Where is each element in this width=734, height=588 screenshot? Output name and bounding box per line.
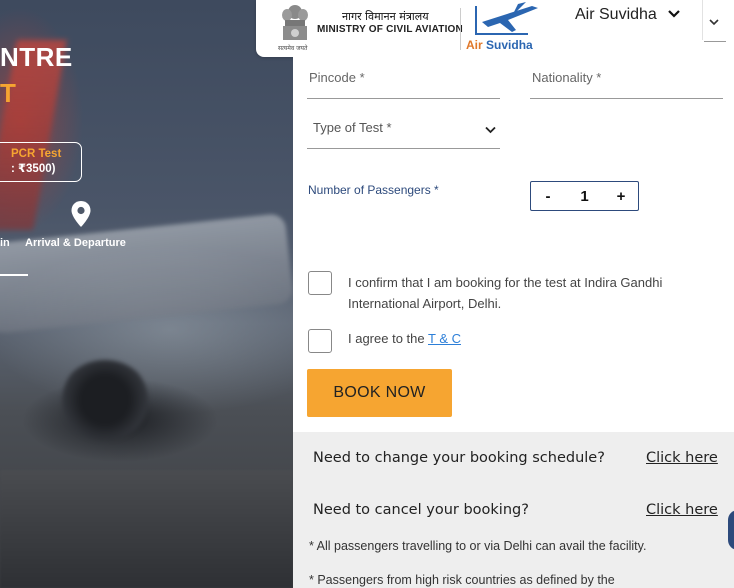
- air-suvidha-plane-icon: [475, 2, 538, 35]
- nationality-field[interactable]: Nationality *: [530, 57, 723, 99]
- aircraft-body: [0, 212, 293, 338]
- chevron-down-icon: [485, 126, 496, 134]
- air-suvidha-logo-text: Air Suvidha: [466, 38, 533, 52]
- agree-terms-text: I agree to the T & C: [348, 331, 461, 346]
- cancel-booking-question: Need to cancel your booking?: [313, 502, 529, 518]
- brand-air: Air: [466, 38, 483, 52]
- booking-help-section: Need to change your booking schedule? Cl…: [293, 432, 734, 588]
- change-schedule-question: Need to change your booking schedule?: [313, 450, 605, 466]
- pcr-test-label: PCR Test: [11, 148, 62, 160]
- header-logo-card[interactable]: नागर विमानन मंत्रालय MINISTRY OF CIVIL A…: [256, 0, 562, 57]
- brand-suvidha: Suvidha: [486, 38, 533, 52]
- hero-feature-label: in: [0, 237, 10, 249]
- confirm-checkbox[interactable]: [308, 271, 332, 295]
- language-chevron-down-icon[interactable]: [708, 17, 720, 27]
- pincode-placeholder: Pincode *: [309, 70, 365, 85]
- pcr-test-badge[interactable]: PCR Test : ₹3500): [0, 142, 82, 182]
- nationality-placeholder: Nationality *: [532, 70, 602, 85]
- hero-banner: NTRE T PCR Test : ₹3500) in Arrival & De…: [0, 0, 293, 588]
- agree-prefix: I agree to the: [348, 331, 428, 346]
- booking-form-panel: Pincode * Nationality * Type of Test * N…: [293, 57, 734, 588]
- cancel-booking-link[interactable]: Click here: [646, 502, 718, 518]
- book-now-button[interactable]: BOOK NOW: [307, 369, 452, 417]
- language-select-underline: [704, 41, 726, 42]
- hero-title-line1: NTRE: [0, 42, 73, 72]
- note-delhi-passengers: * All passengers travelling to or via De…: [309, 539, 647, 553]
- type-of-test-placeholder: Type of Test *: [313, 120, 392, 135]
- hero-active-underline: [0, 274, 28, 276]
- pcr-test-price: : ₹3500): [11, 163, 56, 175]
- decrement-button[interactable]: -: [541, 188, 555, 205]
- agree-terms-checkbox[interactable]: [308, 329, 332, 353]
- ministry-name-english: MINISTRY OF CIVIL AVIATION: [317, 24, 463, 35]
- ministry-name-hindi: नागर विमानन मंत्रालय: [342, 10, 429, 23]
- passenger-count: 1: [580, 187, 589, 205]
- national-emblem-icon: [282, 5, 308, 40]
- type-of-test-select[interactable]: Type of Test *: [307, 107, 500, 149]
- hero-title-line2: T: [0, 78, 16, 108]
- passenger-quantity-stepper: - 1 +: [530, 181, 639, 211]
- top-nav: Air Suvidha: [562, 0, 734, 57]
- change-schedule-link[interactable]: Click here: [646, 450, 718, 466]
- nav-dropdown-label[interactable]: Air Suvidha: [575, 6, 657, 24]
- aircraft-engine: [60, 360, 150, 440]
- location-pin-icon: [71, 201, 91, 227]
- confirm-text: I confirm that I am booking for the test…: [348, 275, 663, 311]
- runway: [0, 470, 293, 588]
- increment-button[interactable]: +: [614, 188, 628, 205]
- nav-separator: [702, 0, 703, 40]
- side-chat-tab[interactable]: [728, 510, 734, 550]
- emblem-caption: सत्यमेव जयते: [278, 45, 308, 52]
- terms-link[interactable]: T & C: [428, 331, 461, 346]
- note-high-risk-countries: * Passengers from high risk countries as…: [309, 573, 615, 587]
- arrival-departure-label: Arrival & Departure: [25, 237, 126, 249]
- logo-divider: [460, 8, 461, 50]
- passengers-label: Number of Passengers *: [308, 183, 439, 197]
- chevron-down-icon[interactable]: [667, 8, 681, 20]
- pincode-field[interactable]: Pincode *: [307, 57, 500, 99]
